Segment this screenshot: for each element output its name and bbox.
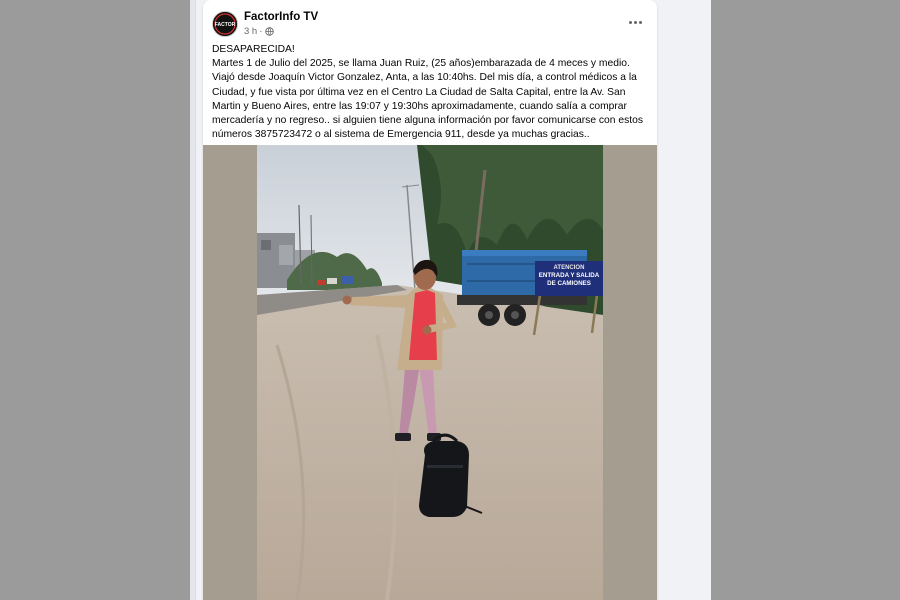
more-options-icon[interactable]: [624, 13, 646, 31]
post-photo-frame: ATENCION ENTRADA Y SALIDA DE CAMIONES: [203, 145, 657, 600]
post-header: FACTOR FactorInfo TV 3 h ·: [203, 0, 657, 44]
left-column-edge: [190, 0, 196, 600]
page-name-link[interactable]: FactorInfo TV: [244, 11, 318, 23]
sign-text-line2: ENTRADA Y SALIDA: [539, 272, 600, 279]
factorinfo-logo-icon: FACTOR: [213, 12, 237, 36]
svg-text:FACTOR: FACTOR: [215, 22, 236, 28]
post-body: Martes 1 de Julio del 2025, se llama Jua…: [212, 58, 643, 141]
sign-text-line3: DE CAMIONES: [547, 280, 591, 287]
post-photo[interactable]: ATENCION ENTRADA Y SALIDA DE CAMIONES: [257, 145, 603, 600]
sign-text-line1: ATENCION: [554, 265, 585, 271]
post-card: FACTOR FactorInfo TV 3 h · DESAPARECIDA!…: [203, 0, 657, 600]
right-gutter: [711, 0, 900, 600]
post-meta: 3 h ·: [244, 26, 275, 37]
post-text: DESAPARECIDA! Martes 1 de Julio del 2025…: [212, 43, 652, 142]
meta-separator: ·: [259, 26, 263, 37]
post-headline: DESAPARECIDA!: [212, 44, 295, 55]
post-timestamp[interactable]: 3 h: [244, 26, 257, 37]
missing-person-photo: ATENCION ENTRADA Y SALIDA DE CAMIONES: [257, 145, 603, 600]
page-avatar[interactable]: FACTOR: [212, 11, 238, 37]
globe-icon[interactable]: [265, 27, 275, 36]
